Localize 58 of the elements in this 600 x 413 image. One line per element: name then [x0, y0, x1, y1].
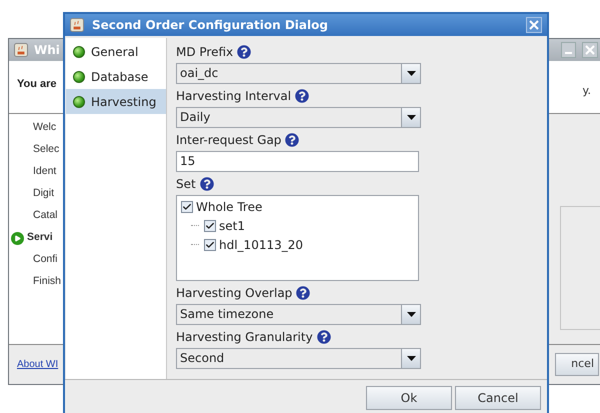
dropdown[interactable]: Daily — [176, 107, 421, 128]
dialog-title: Second Order Configuration Dialog — [92, 17, 328, 34]
help-icon[interactable] — [200, 176, 214, 190]
footer-button[interactable]: ncel — [555, 353, 599, 376]
tree-item[interactable]: hdl_10113_20 — [219, 236, 303, 254]
caret-icon — [406, 356, 416, 361]
caret-icon — [406, 71, 416, 76]
nav-item[interactable]: General — [66, 39, 166, 64]
dropdown-arrow-button[interactable] — [401, 305, 420, 324]
step-item: Selec — [33, 142, 60, 158]
caret-icon — [406, 312, 416, 317]
dropdown-arrow-button[interactable] — [401, 108, 420, 127]
text-field[interactable]: 15 — [176, 151, 419, 172]
checkbox[interactable] — [181, 200, 193, 212]
window-title: Whi — [34, 42, 60, 59]
tree-item[interactable]: Whole Tree — [196, 198, 262, 216]
checkbox[interactable] — [204, 238, 216, 250]
field-label: Harvesting Granularity — [176, 328, 313, 346]
step-item: Finish — [33, 274, 62, 290]
field-label: Harvesting Interval — [176, 88, 292, 104]
nav-item[interactable]: Database — [66, 64, 166, 89]
nav-item[interactable]: Harvesting — [66, 89, 166, 114]
dropdown[interactable]: oai_dc — [176, 63, 421, 84]
help-icon[interactable] — [237, 44, 252, 58]
step-item: Ident — [33, 164, 56, 180]
checkbox[interactable] — [204, 220, 216, 232]
step-item: Welc — [33, 120, 56, 136]
dropdown-value: Same timezone — [179, 306, 275, 323]
field-label: MD Prefix — [176, 44, 234, 60]
step-item: Servi — [27, 230, 53, 246]
dropdown[interactable]: Second — [176, 348, 421, 369]
dropdown-arrow-button[interactable] — [401, 64, 420, 83]
app-icon — [70, 18, 84, 32]
close-icon — [529, 20, 539, 30]
step-item: Catal — [33, 208, 58, 224]
description-text: y. — [582, 82, 591, 99]
dialog-button[interactable]: Ok — [366, 386, 452, 410]
help-icon[interactable] — [285, 132, 300, 146]
close-icon — [585, 45, 595, 55]
help-icon[interactable] — [316, 330, 331, 344]
app-icon — [14, 43, 28, 57]
dropdown-arrow-button[interactable] — [401, 349, 420, 368]
field-label: Harvesting Overlap — [176, 284, 292, 302]
step-item: Confi — [33, 252, 58, 268]
dropdown[interactable]: Same timezone — [176, 304, 421, 325]
step-item: Digit — [33, 186, 54, 202]
dropdown-value: Daily — [179, 109, 212, 126]
field-label: Set — [176, 176, 196, 192]
close-button[interactable] — [526, 17, 542, 33]
tree-item[interactable]: set1 — [219, 216, 245, 234]
help-icon[interactable] — [295, 88, 310, 102]
heading: You are — [17, 76, 57, 92]
dropdown-value: oai_dc — [179, 65, 220, 82]
dialog-button[interactable]: Cancel — [455, 386, 541, 410]
field-label: Inter-request Gap — [176, 132, 282, 148]
help-icon[interactable] — [296, 286, 310, 300]
about-link[interactable]: About WI — [17, 357, 58, 372]
dropdown-value: Second — [179, 350, 226, 367]
